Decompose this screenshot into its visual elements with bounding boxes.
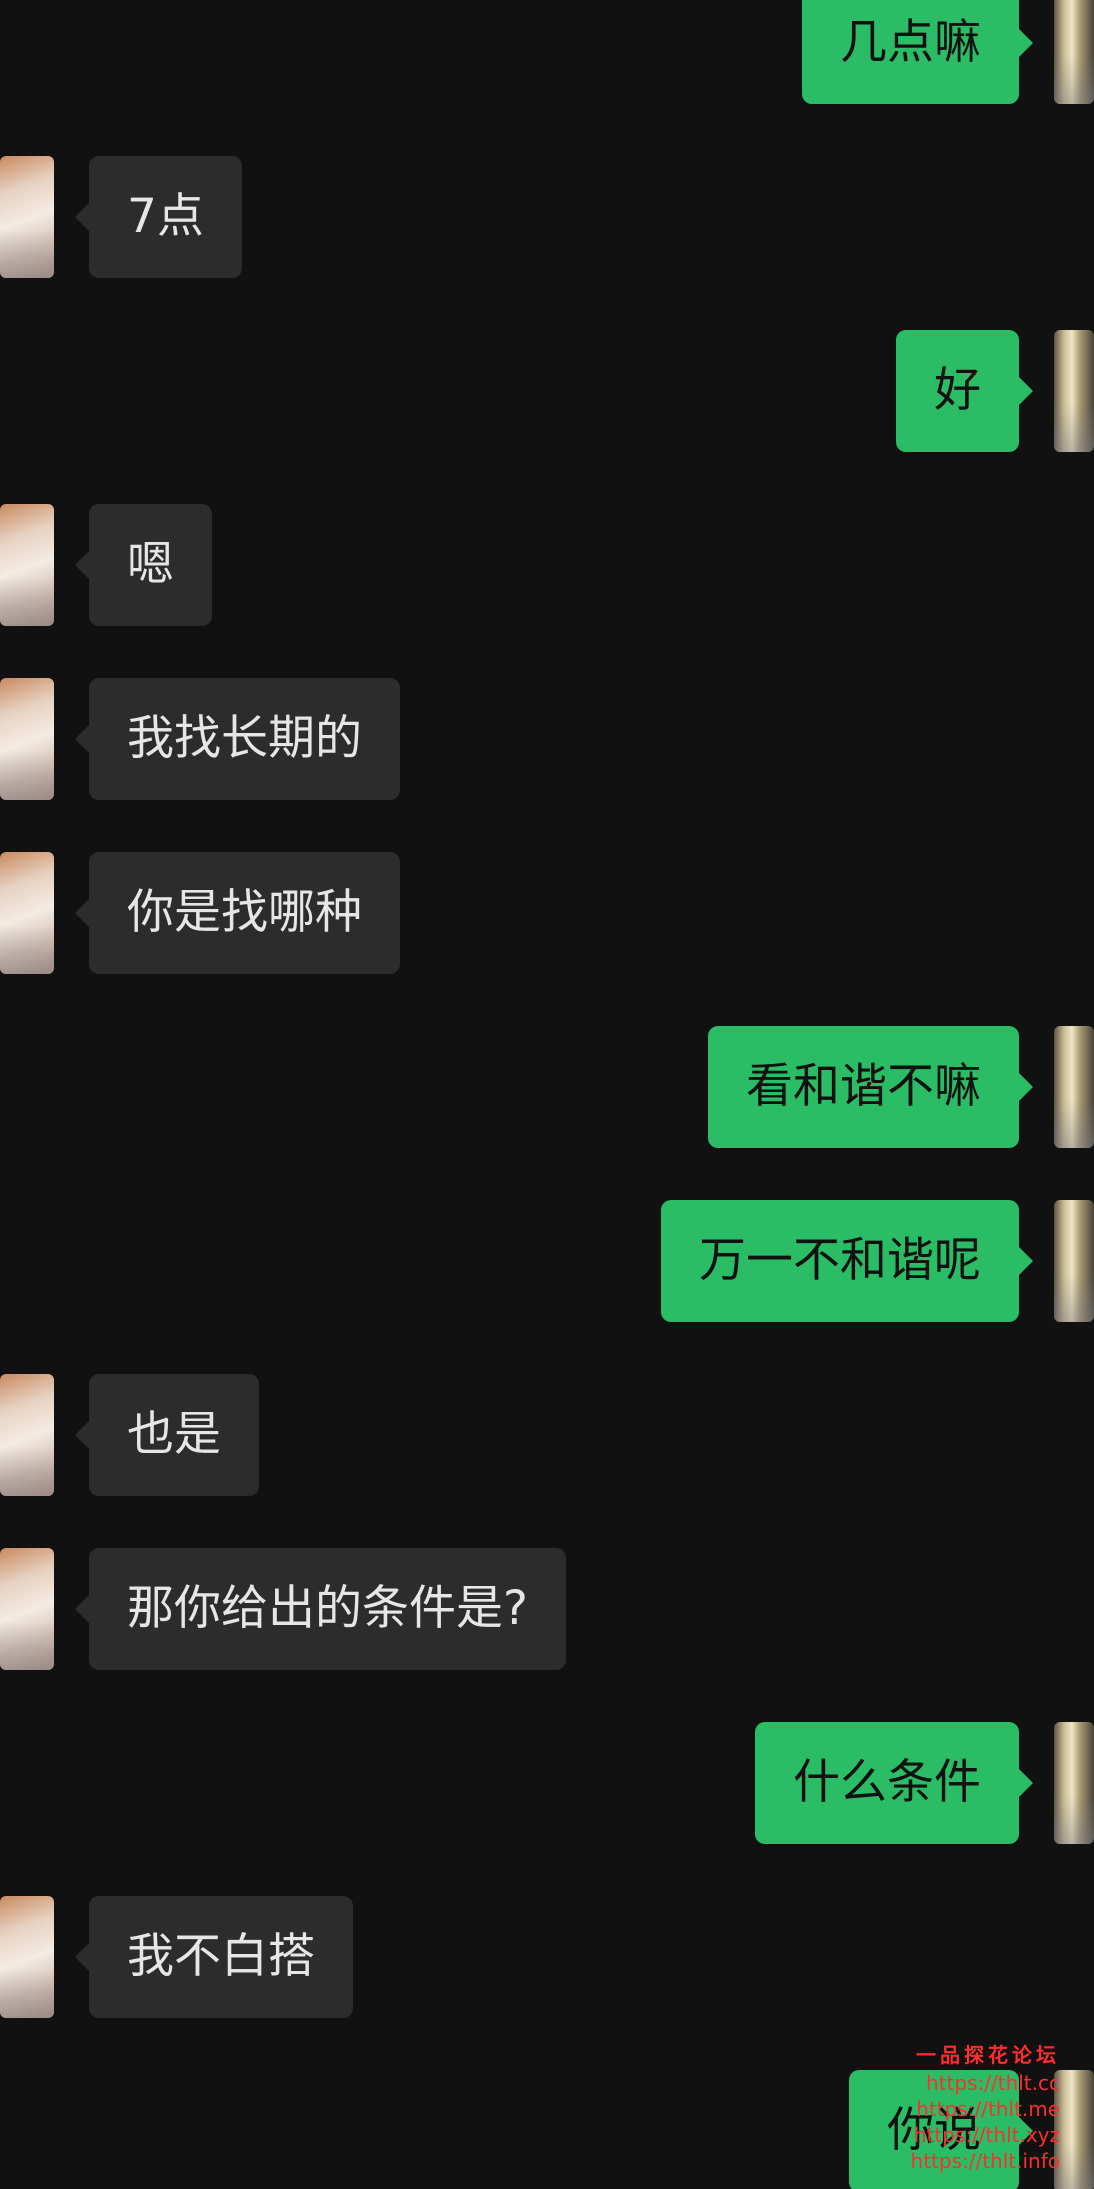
- contact-avatar[interactable]: [0, 678, 54, 800]
- bubble-tail: [75, 551, 89, 579]
- contact-avatar[interactable]: [0, 1896, 54, 2018]
- my-avatar[interactable]: [1054, 2070, 1094, 2189]
- message-bubble[interactable]: 好: [896, 330, 1019, 452]
- bubble-tail: [75, 1421, 89, 1449]
- bubble-tail: [75, 899, 89, 927]
- contact-avatar[interactable]: [0, 504, 54, 626]
- my-avatar[interactable]: [1054, 0, 1094, 104]
- message-outgoing: 几点嘛: [0, 0, 1094, 104]
- watermark-link: https://thlt.xyz: [913, 2123, 1060, 2147]
- bubble-tail: [75, 1943, 89, 1971]
- message-incoming: 你是找哪种: [0, 852, 1094, 974]
- bubble-tail: [1019, 1769, 1033, 1797]
- watermark-title: 一品探花论坛: [916, 2043, 1060, 2067]
- bubble-tail: [75, 725, 89, 753]
- contact-avatar[interactable]: [0, 1548, 54, 1670]
- message-incoming: 那你给出的条件是?: [0, 1548, 1094, 1670]
- watermark: 一品探花论坛 https://thlt.cc https://thlt.me h…: [860, 2040, 1060, 2174]
- message-bubble[interactable]: 嗯: [89, 504, 212, 626]
- bubble-tail: [1019, 377, 1033, 405]
- message-bubble[interactable]: 也是: [89, 1374, 259, 1496]
- message-incoming: 嗯: [0, 504, 1094, 626]
- watermark-link: https://thlt.cc: [926, 2071, 1060, 2095]
- bubble-tail: [1019, 29, 1033, 57]
- message-incoming: 我不白搭: [0, 1896, 1094, 2018]
- my-avatar[interactable]: [1054, 1200, 1094, 1322]
- message-bubble[interactable]: 那你给出的条件是?: [89, 1548, 566, 1670]
- contact-avatar[interactable]: [0, 156, 54, 278]
- watermark-link: https://thlt.me: [916, 2097, 1060, 2121]
- message-bubble[interactable]: 万一不和谐呢: [661, 1200, 1019, 1322]
- contact-avatar[interactable]: [0, 1374, 54, 1496]
- bubble-tail: [75, 203, 89, 231]
- bubble-tail: [75, 1595, 89, 1623]
- contact-avatar[interactable]: [0, 852, 54, 974]
- message-bubble[interactable]: 什么条件: [755, 1722, 1019, 1844]
- message-outgoing: 好: [0, 330, 1094, 452]
- watermark-link: https://thlt.info: [910, 2149, 1060, 2173]
- message-incoming: 我找长期的: [0, 678, 1094, 800]
- message-outgoing: 什么条件: [0, 1722, 1094, 1844]
- message-incoming: 也是: [0, 1374, 1094, 1496]
- bubble-tail: [1019, 1247, 1033, 1275]
- message-outgoing: 看和谐不嘛: [0, 1026, 1094, 1148]
- message-outgoing: 万一不和谐呢: [0, 1200, 1094, 1322]
- message-bubble[interactable]: 我不白搭: [89, 1896, 353, 2018]
- message-bubble[interactable]: 我找长期的: [89, 678, 400, 800]
- message-bubble[interactable]: 几点嘛: [802, 0, 1019, 104]
- my-avatar[interactable]: [1054, 1722, 1094, 1844]
- bubble-tail: [1019, 1073, 1033, 1101]
- message-bubble[interactable]: 7点: [89, 156, 242, 278]
- message-bubble[interactable]: 看和谐不嘛: [708, 1026, 1019, 1148]
- message-bubble[interactable]: 你是找哪种: [89, 852, 400, 974]
- my-avatar[interactable]: [1054, 1026, 1094, 1148]
- message-incoming: 7点: [0, 156, 1094, 278]
- my-avatar[interactable]: [1054, 330, 1094, 452]
- chat-screen: { "messages": [ {"direction": "out", "te…: [0, 0, 1094, 2189]
